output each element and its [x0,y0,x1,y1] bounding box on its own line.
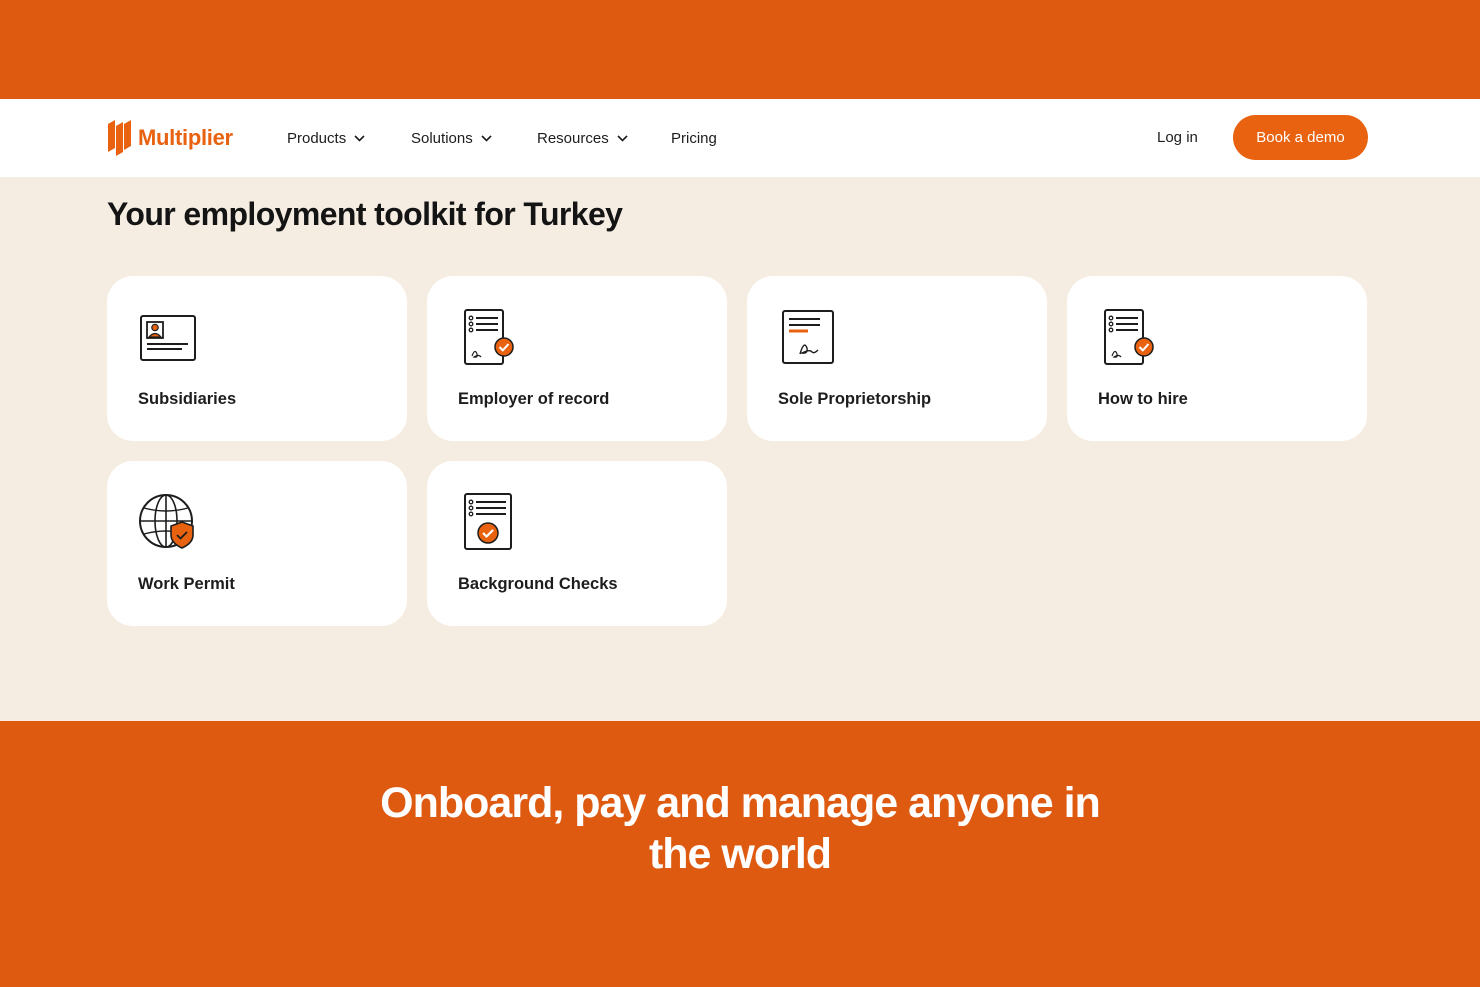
nav-products[interactable]: Products [287,127,365,149]
card-label: Background Checks [458,575,618,593]
id-card-icon [140,315,196,361]
toolkit-title: Your employment toolkit for Turkey [107,196,623,232]
logo[interactable]: Multiplier [106,118,233,158]
card-label: Work Permit [138,575,235,593]
cta-line-1: Onboard, pay and manage anyone in [380,779,1101,827]
nav-solutions[interactable]: Solutions [411,127,492,149]
nav-pricing[interactable]: Pricing [671,127,717,149]
card-label: Sole Proprietorship [778,390,932,408]
nav-resources[interactable]: Resources [537,127,628,149]
logo-text: Multiplier [138,125,233,150]
checklist-document-icon [464,493,512,550]
card-label: Subsidiaries [138,390,237,408]
nav-pricing-label: Pricing [671,129,717,147]
nav-solutions-label: Solutions [411,129,473,147]
book-demo-button[interactable]: Book a demo [1233,115,1368,160]
card-employer-of-record[interactable]: Employer of record [427,276,727,441]
chevron-down-icon [354,134,365,142]
chevron-down-icon [617,134,628,142]
footer-cta-heading: Onboard, pay and manage anyone in the wo… [340,778,1140,880]
nav-products-label: Products [287,129,347,147]
card-work-permit[interactable]: Work Permit [107,461,407,626]
signed-contract-check-icon [1104,309,1154,365]
navbar: Multiplier Products Solutions Resources … [0,99,1480,177]
card-subsidiaries[interactable]: Subsidiaries [107,276,407,441]
globe-shield-icon [139,494,194,549]
chevron-down-icon [481,134,492,142]
nav-resources-label: Resources [537,129,609,147]
card-how-to-hire[interactable]: How to hire [1067,276,1367,441]
card-label: Employer of record [458,390,610,408]
cta-line-2: the world [648,830,832,878]
multiplier-logo-icon [108,120,131,156]
top-banner [0,0,1480,99]
card-sole-proprietorship[interactable]: Sole Proprietorship [747,276,1047,441]
signed-contract-check-icon [464,309,514,365]
card-background-checks[interactable]: Background Checks [427,461,727,626]
card-label: How to hire [1098,390,1188,408]
signed-document-icon [782,310,834,364]
login-link[interactable]: Log in [1157,127,1198,149]
